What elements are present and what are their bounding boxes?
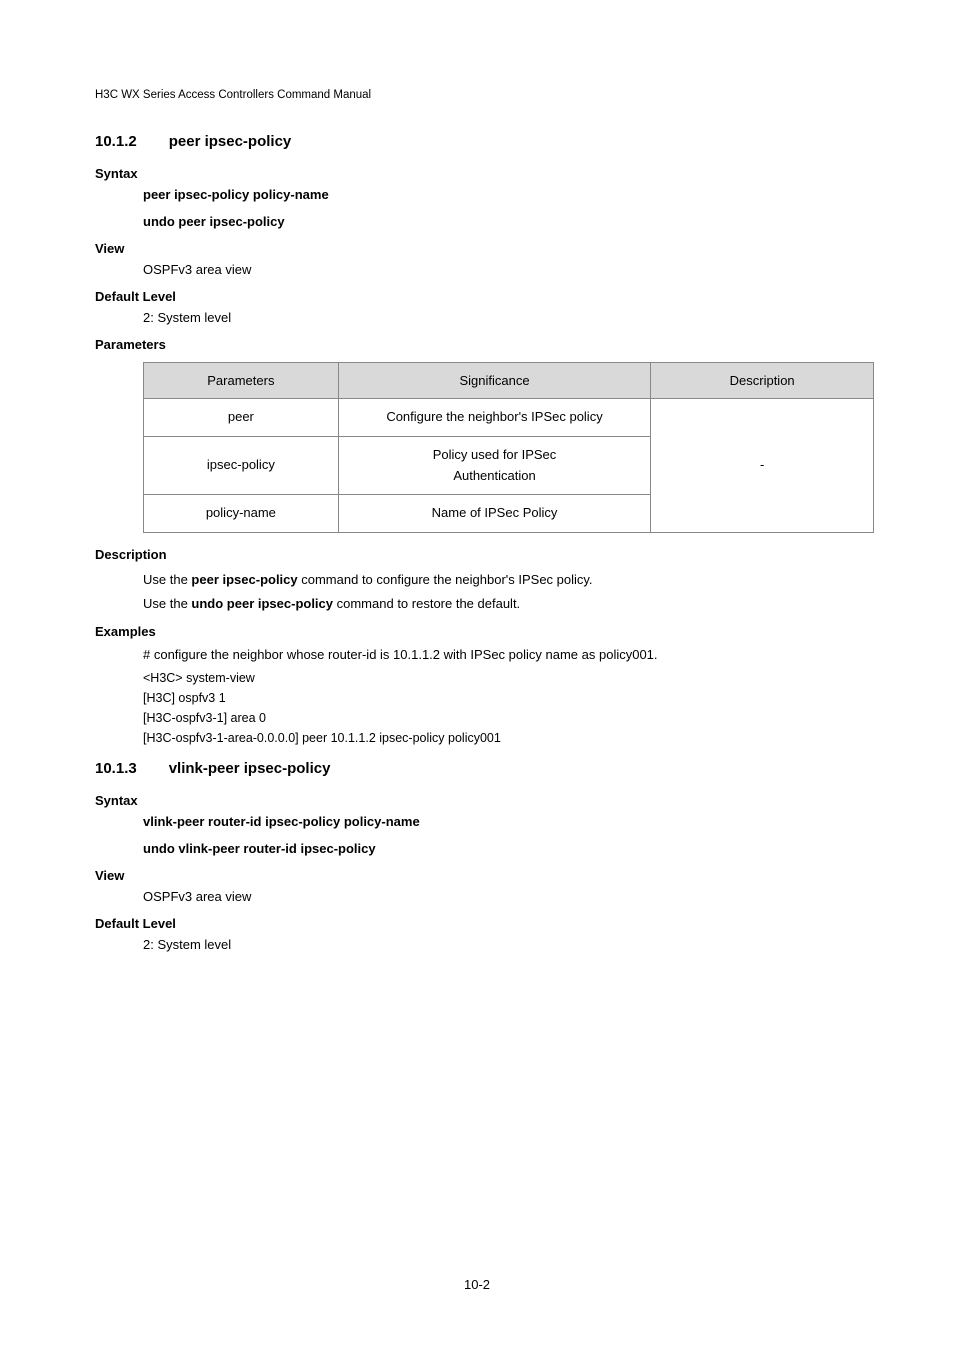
view-value-2: OSPFv3 area view [143,889,859,904]
description-heading: Description [95,547,859,562]
cell-desc-merged: - [651,398,874,532]
syntax-line-1: peer ipsec-policy policy-name [143,187,859,202]
syntax-line-2: undo peer ipsec-policy [143,214,859,229]
syntax-heading-2: Syntax [95,793,859,808]
view-value: OSPFv3 area view [143,262,859,277]
cell-sig: Name of IPSec Policy [338,495,651,533]
section-number-2: 10.1.3 [95,760,137,777]
examples-heading: Examples [95,624,859,639]
cell-param: ipsec-policy [144,436,339,495]
default-level-heading: Default Level [95,289,859,304]
example-intro: # configure the neighbor whose router-id… [143,647,859,662]
cell-param: peer [144,398,339,436]
document-page: H3C WX Series Access Controllers Command… [0,0,954,1024]
section-title-text-2: vlink-peer ipsec-policy [169,760,331,777]
section-number: 10.1.2 [95,133,137,150]
code-block: <H3C> system-view [H3C] ospfv3 1 [H3C-os… [143,668,859,748]
col-parameters: Parameters [144,362,339,398]
description-paragraph: Use the undo peer ipsec-policy command t… [143,594,859,614]
default-level-value: 2: System level [143,310,859,325]
view-heading: View [95,241,859,256]
page-header: H3C WX Series Access Controllers Command… [95,88,859,103]
section-heading: 10.1.2 peer ipsec-policy [95,133,859,150]
description-paragraph: Use the peer ipsec-policy command to con… [143,570,859,590]
syntax2-line-1: vlink-peer router-id ipsec-policy policy… [143,814,859,829]
page-number: 10-2 [0,1277,954,1292]
table-row: peer Configure the neighbor's IPSec poli… [144,398,874,436]
view-heading-2: View [95,868,859,883]
cell-sig: Configure the neighbor's IPSec policy [338,398,651,436]
syntax2-line-2: undo vlink-peer router-id ipsec-policy [143,841,859,856]
syntax-heading: Syntax [95,166,859,181]
default-level-heading-2: Default Level [95,916,859,931]
col-significance: Significance [338,362,651,398]
parameters-heading: Parameters [95,337,859,352]
parameters-table: Parameters Significance Description peer… [143,362,874,533]
cell-param: policy-name [144,495,339,533]
table-header-row: Parameters Significance Description [144,362,874,398]
section-heading-2: 10.1.3 vlink-peer ipsec-policy [95,760,859,777]
col-description: Description [651,362,874,398]
default-level-value-2: 2: System level [143,937,859,952]
cell-sig: Policy used for IPSec Authentication [338,436,651,495]
section-title-text: peer ipsec-policy [169,133,292,150]
